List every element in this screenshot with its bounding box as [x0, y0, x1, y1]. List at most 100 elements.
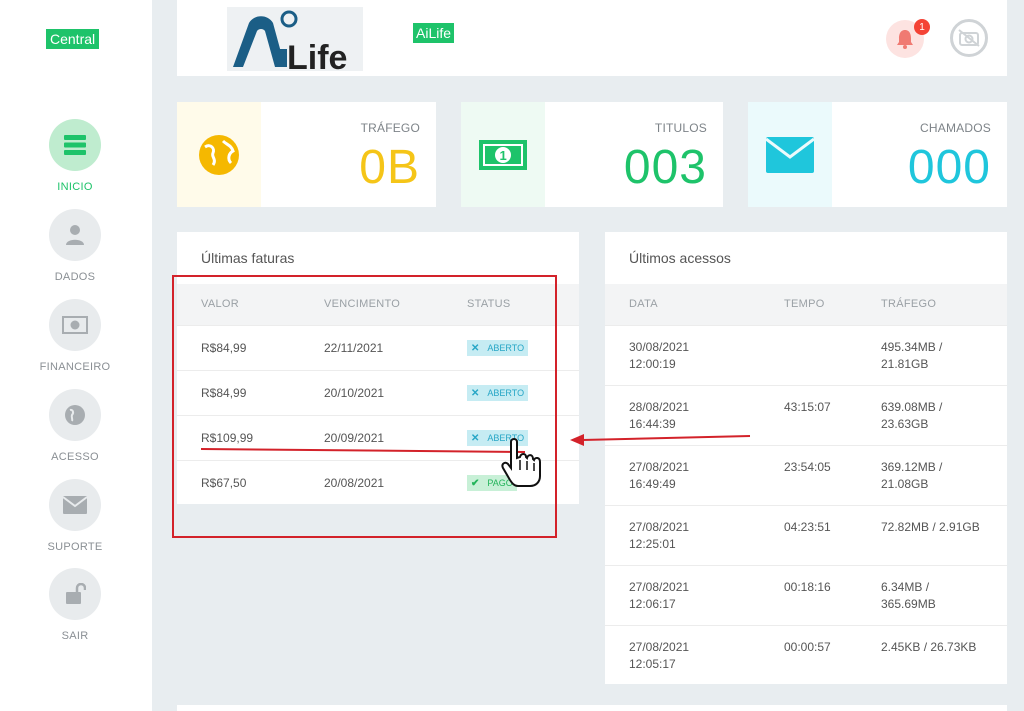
check-icon: ✔ — [471, 477, 480, 489]
svg-text:1: 1 — [500, 148, 507, 163]
envelope-icon — [49, 479, 101, 531]
invoice-value: R$84,99 — [201, 386, 247, 400]
stat-value: 0B — [359, 141, 420, 194]
header: Life AiLife 1 — [177, 0, 1007, 77]
access-date: 27/08/2021 — [629, 520, 690, 534]
bottom-panel — [177, 705, 1007, 711]
status-badge[interactable]: ✕ ABERTO — [467, 340, 529, 356]
table-header: DATA TEMPO TRÁFEGO — [605, 284, 1007, 325]
access-time: 16:44:39 — [629, 417, 676, 431]
table-row[interactable]: 30/08/2021 12:00:19 495.34MB / 21.81GB — [605, 325, 1007, 385]
nav-label-dados: DADOS — [54, 271, 96, 283]
table-row[interactable]: 27/08/2021 12:05:17 00:00:57 2.45KB / 26… — [605, 625, 1007, 684]
table-row[interactable]: 28/08/2021 16:44:39 43:15:07 639.08MB / … — [605, 385, 1007, 445]
envelope-icon — [748, 102, 832, 207]
column-header: TEMPO — [784, 298, 825, 310]
nav-item-financeiro[interactable]: FINANCEIRO — [0, 299, 150, 373]
nav-item-sair[interactable]: SAIR — [0, 568, 150, 642]
user-icon — [49, 209, 101, 261]
access-traffic: 21.81GB — [881, 357, 929, 371]
access-time: 12:00:19 — [629, 357, 676, 371]
stat-value: 003 — [623, 141, 707, 194]
access-date: 30/08/2021 — [629, 340, 690, 354]
status-badge[interactable]: ✕ ABERTO — [467, 430, 529, 446]
stat-card-chamados[interactable]: CHAMADOS 000 — [748, 102, 1007, 207]
faturas-panel: Últimas faturas VALOR VENCIMENTO STATUS … — [177, 232, 579, 504]
money-icon — [49, 299, 101, 351]
unlock-icon — [49, 568, 101, 620]
column-header: STATUS — [467, 298, 511, 310]
stat-label: CHAMADOS — [920, 121, 991, 135]
panel-title: Últimos acessos — [629, 250, 731, 266]
access-traffic: 639.08MB / — [881, 400, 943, 414]
table-row[interactable]: R$84,99 22/11/2021 ✕ ABERTO — [177, 325, 579, 370]
status-badge[interactable]: ✔ PAGO — [467, 475, 517, 491]
money-icon: 1 — [461, 102, 545, 207]
access-duration: 23:54:05 — [784, 460, 831, 474]
nav-label-inicio: INICIO — [57, 181, 93, 193]
table-row[interactable]: 27/08/2021 16:49:49 23:54:05 369.12MB / … — [605, 445, 1007, 505]
table-row[interactable]: 27/08/2021 12:25:01 04:23:51 72.82MB / 2… — [605, 505, 1007, 565]
invoice-due-date: 20/09/2021 — [324, 431, 385, 445]
access-traffic: 365.69MB — [881, 597, 936, 611]
notification-count: 1 — [914, 19, 930, 35]
close-icon: ✕ — [471, 342, 480, 354]
access-traffic: 23.63GB — [881, 417, 929, 431]
table-row[interactable]: 27/08/2021 12:06:17 00:18:16 6.34MB / 36… — [605, 565, 1007, 625]
access-duration: 00:00:57 — [784, 640, 831, 654]
stat-value: 000 — [907, 141, 991, 194]
access-traffic: 495.34MB / — [881, 340, 943, 354]
stat-card-titulos[interactable]: 1 TITULOS 003 — [461, 102, 723, 207]
globe-icon — [49, 389, 101, 441]
invoice-due-date: 22/11/2021 — [324, 341, 384, 355]
nav-label-suporte: SUPORTE — [47, 541, 103, 553]
nav-item-acesso[interactable]: ACESSO — [0, 389, 150, 463]
nav-item-inicio[interactable]: INICIO — [0, 119, 150, 193]
access-date: 27/08/2021 — [629, 580, 690, 594]
access-time: 12:05:17 — [629, 657, 676, 671]
close-icon: ✕ — [471, 387, 480, 399]
nav-label-financeiro: FINANCEIRO — [39, 361, 111, 373]
access-time: 12:06:17 — [629, 597, 676, 611]
column-header: DATA — [629, 298, 658, 310]
invoice-value: R$67,50 — [201, 476, 247, 490]
brand-badge: Central — [46, 29, 100, 49]
stat-card-trafego[interactable]: TRÁFEGO 0B — [177, 102, 436, 207]
table-row[interactable]: R$84,99 20/10/2021 ✕ ABERTO — [177, 370, 579, 415]
table-row[interactable]: R$109,99 20/09/2021 ✕ ABERTO — [177, 415, 579, 460]
app-badge[interactable]: AiLife — [413, 23, 455, 43]
access-traffic: 6.34MB / — [881, 580, 930, 594]
invoice-due-date: 20/10/2021 — [324, 386, 385, 400]
globe-icon — [177, 102, 261, 207]
access-traffic: 72.82MB / 2.91GB — [881, 520, 980, 534]
access-time: 12:25:01 — [629, 537, 676, 551]
invoice-value: R$109,99 — [201, 431, 254, 445]
column-header: TRÁFEGO — [881, 298, 937, 310]
invoice-due-date: 20/08/2021 — [324, 476, 385, 490]
access-date: 27/08/2021 — [629, 460, 690, 474]
access-time: 16:49:49 — [629, 477, 676, 491]
nav-item-dados[interactable]: DADOS — [0, 209, 150, 283]
column-header: VALOR — [201, 298, 239, 310]
close-icon: ✕ — [471, 432, 480, 444]
camera-off-icon[interactable] — [950, 19, 988, 57]
table-header: VALOR VENCIMENTO STATUS — [177, 284, 579, 325]
nav-label-sair: SAIR — [61, 630, 89, 642]
svg-text:Life: Life — [287, 39, 347, 71]
table-row[interactable]: R$67,50 20/08/2021 ✔ PAGO — [177, 460, 579, 504]
panel-title: Últimas faturas — [201, 250, 295, 266]
access-date: 28/08/2021 — [629, 400, 690, 414]
invoice-value: R$84,99 — [201, 341, 247, 355]
stat-label: TRÁFEGO — [360, 121, 420, 135]
stat-label: TITULOS — [654, 121, 707, 135]
access-traffic: 369.12MB / — [881, 460, 943, 474]
access-traffic: 21.08GB — [881, 477, 929, 491]
access-traffic: 2.45KB / 26.73KB — [881, 640, 977, 654]
company-logo: Life — [227, 7, 363, 77]
status-badge[interactable]: ✕ ABERTO — [467, 385, 529, 401]
server-icon — [49, 119, 101, 171]
access-duration: 43:15:07 — [784, 400, 831, 414]
nav-item-suporte[interactable]: SUPORTE — [0, 479, 150, 553]
access-date: 27/08/2021 — [629, 640, 690, 654]
access-duration: 04:23:51 — [784, 520, 831, 534]
